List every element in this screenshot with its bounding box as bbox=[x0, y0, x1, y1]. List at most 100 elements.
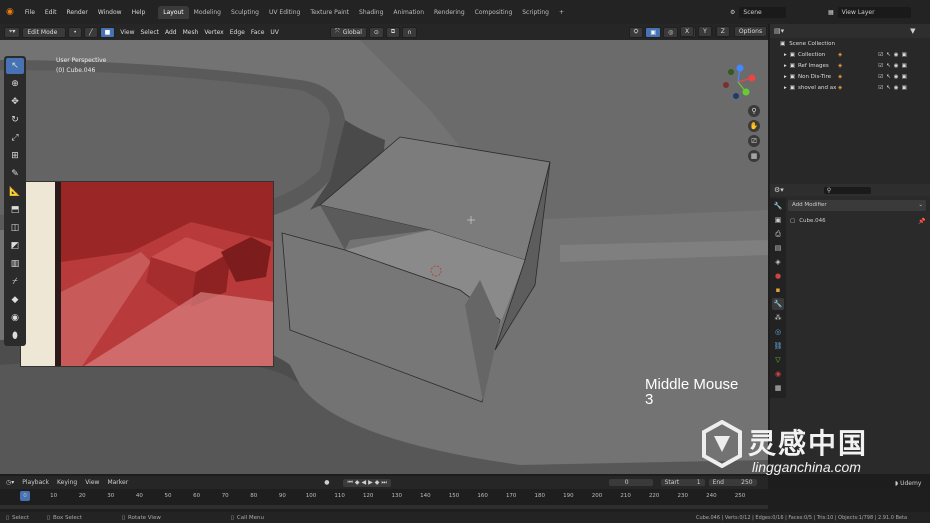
move-tool-icon[interactable]: ✥ bbox=[6, 94, 24, 110]
outliner-row[interactable]: ▸ ▣ Non Dis-Tire ◈ ☑ ↖ ◉ ▣ bbox=[770, 71, 930, 82]
timeline-menu-marker[interactable]: Marker bbox=[107, 479, 128, 486]
spin-tool-icon[interactable]: ◉ bbox=[6, 310, 24, 326]
add-modifier-dropdown[interactable]: Add Modifier ⌄ bbox=[788, 200, 926, 211]
play-reverse-icon[interactable]: ◀ bbox=[361, 479, 366, 487]
timeline-menu-playback[interactable]: Playback bbox=[22, 479, 49, 486]
texture-tab-icon[interactable]: ▦ bbox=[772, 382, 784, 394]
tab-rendering[interactable]: Rendering bbox=[429, 6, 470, 19]
extrude-tool-icon[interactable]: ⬒ bbox=[6, 202, 24, 218]
blender-logo-icon[interactable]: ◉ bbox=[6, 7, 14, 17]
tab-texture-paint[interactable]: Texture Paint bbox=[305, 6, 354, 19]
play-icon[interactable]: ▶ bbox=[368, 479, 373, 487]
render-camera-icon[interactable]: ▣ bbox=[902, 63, 907, 69]
menu-add[interactable]: Add bbox=[162, 29, 180, 36]
bevel-tool-icon[interactable]: ◩ bbox=[6, 238, 24, 254]
3d-viewport[interactable]: User Perspective (0) Cube.046 ⚲ ✋ ⎚ ▦ Mi… bbox=[0, 40, 768, 474]
select-arrow-icon[interactable]: ↖ bbox=[886, 52, 891, 58]
cursor-tool-icon[interactable]: ⊕ bbox=[6, 76, 24, 92]
tab-layout[interactable]: Layout bbox=[158, 5, 189, 19]
mode-selector[interactable]: Edit Mode bbox=[22, 26, 67, 38]
select-tool-icon[interactable]: ↖ bbox=[6, 58, 24, 74]
eye-icon[interactable]: ◉ bbox=[894, 74, 899, 80]
navigation-gizmo[interactable] bbox=[720, 64, 760, 100]
timeline-menu-view[interactable]: View bbox=[85, 479, 99, 486]
menu-view[interactable]: View bbox=[117, 29, 137, 36]
jump-end-icon[interactable]: ⏭ bbox=[381, 479, 386, 487]
record-button[interactable]: ● bbox=[324, 479, 329, 486]
grid-ortho-icon[interactable]: ▦ bbox=[748, 150, 760, 162]
view-layer-selector[interactable]: ▦ View Layer bbox=[800, 0, 911, 24]
outliner-row[interactable]: ▸ ▣ shovel and ax ◈ ☑ ↖ ◉ ▣ bbox=[770, 82, 930, 93]
shading-wireframe-button[interactable]: ◎ bbox=[663, 26, 679, 38]
current-frame-field[interactable]: 0 bbox=[608, 479, 653, 486]
scene-collection-row[interactable]: ▣ Scene Collection bbox=[770, 38, 930, 49]
proportional-button[interactable]: ∩ bbox=[402, 26, 417, 38]
timeline-menu-keying[interactable]: Keying bbox=[57, 479, 77, 486]
expand-arrow-icon[interactable]: ▸ bbox=[784, 74, 787, 80]
expand-arrow-icon[interactable]: ▸ bbox=[784, 52, 787, 58]
menu-edge[interactable]: Edge bbox=[227, 29, 248, 36]
options-button[interactable]: Options bbox=[733, 26, 768, 37]
object-tab-icon[interactable]: ▪ bbox=[772, 284, 784, 296]
render-camera-icon[interactable]: ▣ bbox=[902, 52, 907, 58]
render-camera-icon[interactable]: ▣ bbox=[902, 74, 907, 80]
knife-tool-icon[interactable]: ⌿ bbox=[6, 274, 24, 290]
properties-search-icon[interactable]: ⚲ bbox=[823, 186, 872, 194]
mirror-z-button[interactable]: Z bbox=[715, 26, 730, 37]
menu-uv[interactable]: UV bbox=[267, 29, 282, 36]
snap-button[interactable]: ⧉ bbox=[385, 26, 401, 38]
render-tab-icon[interactable]: ▣ bbox=[772, 214, 784, 226]
menu-help[interactable]: Help bbox=[127, 9, 151, 16]
select-arrow-icon[interactable]: ↖ bbox=[886, 74, 891, 80]
eye-icon[interactable]: ◉ bbox=[894, 63, 899, 69]
timeline-scale[interactable]: 0 10 20 30 40 50 60 70 80 90 100 110 120 130 140 150 160… bbox=[0, 489, 930, 512]
rotate-tool-icon[interactable]: ↻ bbox=[6, 112, 24, 128]
expand-arrow-icon[interactable]: ▸ bbox=[784, 85, 787, 91]
checkbox-icon[interactable]: ☑ bbox=[878, 74, 883, 80]
world-tab-icon[interactable]: ● bbox=[772, 270, 784, 282]
jump-start-icon[interactable]: ⏮ bbox=[347, 479, 352, 487]
smooth-tool-icon[interactable]: ⬮ bbox=[6, 328, 24, 344]
tab-uv-editing[interactable]: UV Editing bbox=[264, 6, 305, 19]
orientation-selector[interactable]: ⤧ Global bbox=[329, 26, 367, 38]
transform-tool-icon[interactable]: ⊞ bbox=[6, 148, 24, 164]
checkbox-icon[interactable]: ☑ bbox=[878, 85, 883, 91]
constraints-tab-icon[interactable]: ⛓ bbox=[772, 340, 784, 352]
face-select-button[interactable]: ■ bbox=[99, 26, 116, 38]
menu-face[interactable]: Face bbox=[248, 29, 268, 36]
inset-tool-icon[interactable]: ◫ bbox=[6, 220, 24, 236]
end-frame-field[interactable]: End 250 bbox=[708, 479, 757, 486]
pin-icon[interactable]: 📌 bbox=[918, 218, 925, 225]
poly-build-tool-icon[interactable]: ◆ bbox=[6, 292, 24, 308]
select-arrow-icon[interactable]: ↖ bbox=[886, 63, 891, 69]
tab-shading[interactable]: Shading bbox=[354, 6, 388, 19]
eye-icon[interactable]: ◉ bbox=[894, 52, 899, 58]
select-arrow-icon[interactable]: ↖ bbox=[886, 85, 891, 91]
zoom-icon[interactable]: ⚲ bbox=[748, 105, 760, 117]
camera-icon[interactable]: ⎚ bbox=[748, 135, 760, 147]
scene-tab-icon[interactable]: ◈ bbox=[772, 256, 784, 268]
overlay-gizmo-button[interactable]: ⛭ bbox=[628, 26, 644, 38]
scale-tool-icon[interactable]: ⤢ bbox=[6, 130, 24, 146]
properties-editor-icon[interactable]: ⚙▾ bbox=[774, 186, 784, 194]
tab-animation[interactable]: Animation bbox=[388, 6, 429, 19]
outliner-row[interactable]: ▸ ▣ Collection ◈ ☑ ↖ ◉ ▣ bbox=[770, 49, 930, 60]
loop-cut-tool-icon[interactable]: ▥ bbox=[6, 256, 24, 272]
outliner-editor-icon[interactable]: ▤▾ bbox=[774, 27, 784, 35]
scene-selector[interactable]: ⚙ Scene bbox=[730, 0, 786, 24]
physics-tab-icon[interactable]: ◎ bbox=[772, 326, 784, 338]
render-camera-icon[interactable]: ▣ bbox=[902, 85, 907, 91]
next-key-icon[interactable]: ◆ bbox=[375, 479, 380, 487]
annotate-tool-icon[interactable]: ✎ bbox=[6, 166, 24, 182]
expand-arrow-icon[interactable]: ▸ bbox=[784, 63, 787, 69]
pan-hand-icon[interactable]: ✋ bbox=[748, 120, 760, 132]
prev-key-icon[interactable]: ◆ bbox=[355, 479, 360, 487]
tab-scripting[interactable]: Scripting bbox=[517, 6, 554, 19]
outliner-filter-icon[interactable]: ▼ bbox=[910, 27, 915, 35]
edge-select-button[interactable]: ╱ bbox=[83, 26, 98, 38]
menu-select[interactable]: Select bbox=[137, 29, 162, 36]
menu-edit[interactable]: Edit bbox=[40, 9, 62, 16]
checkbox-icon[interactable]: ☑ bbox=[878, 63, 883, 69]
menu-file[interactable]: File bbox=[20, 9, 40, 16]
tab-compositing[interactable]: Compositing bbox=[470, 6, 518, 19]
